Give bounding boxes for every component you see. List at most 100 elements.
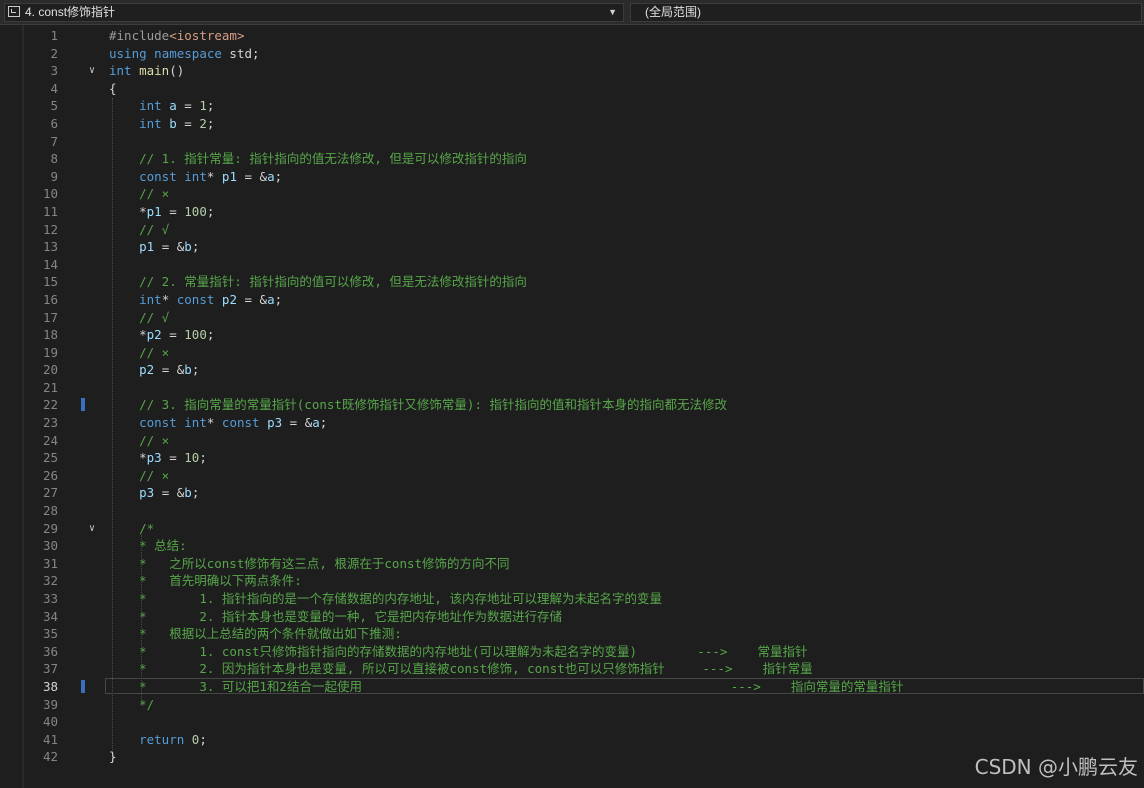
- code-line[interactable]: 32 * 首先明确以下两点条件:: [0, 572, 1144, 590]
- code-token: const: [221, 415, 260, 431]
- code-line[interactable]: 40: [0, 713, 1144, 731]
- code-text: *p2 = 100;: [109, 326, 214, 344]
- code-line[interactable]: 10 // ×: [0, 185, 1144, 203]
- code-token: * 1. const只修饰指针指向的存储数据的内存地址(可以理解为未起名字的变量…: [139, 643, 808, 659]
- code-line[interactable]: 30 * 总结:: [0, 537, 1144, 555]
- code-line[interactable]: 11 *p1 = 100;: [0, 203, 1144, 221]
- line-number: 14: [42, 256, 58, 272]
- fold-toggle-icon[interactable]: ∨: [89, 62, 95, 80]
- code-line[interactable]: 42}: [0, 748, 1144, 766]
- code-line[interactable]: 17 // √: [0, 309, 1144, 327]
- watermark: CSDN @小鹏云友: [974, 755, 1138, 779]
- code-text: * 首先明确以下两点条件:: [109, 572, 302, 590]
- code-line[interactable]: 33 * 1. 指针指向的是一个存储数据的内存地址, 该内存地址可以理解为未起名…: [0, 590, 1144, 608]
- fold-toggle-icon[interactable]: ∨: [89, 520, 95, 538]
- file-selector-label: 4. const修饰指针: [25, 5, 116, 19]
- code-line[interactable]: 5 int a = 1;: [0, 97, 1144, 115]
- line-number: 25: [42, 450, 58, 466]
- code-text: * 2. 指针本身也是变量的一种, 它是把内存地址作为数据进行存储: [109, 608, 562, 626]
- line-number: 22: [42, 397, 58, 413]
- code-token: int: [139, 115, 162, 131]
- scope-selector-dropdown[interactable]: (全局范围): [630, 3, 1142, 22]
- code-line[interactable]: 39 */: [0, 696, 1144, 714]
- code-text: {: [109, 80, 117, 98]
- code-token: // √: [139, 221, 170, 237]
- code-line[interactable]: 27 p3 = &b;: [0, 484, 1144, 502]
- code-line[interactable]: 28: [0, 502, 1144, 520]
- code-line[interactable]: 16 int* const p2 = &a;: [0, 291, 1144, 309]
- code-line[interactable]: 34 * 2. 指针本身也是变量的一种, 它是把内存地址作为数据进行存储: [0, 608, 1144, 626]
- code-line[interactable]: 2 using namespace std;: [0, 45, 1144, 63]
- code-token: *: [206, 415, 222, 431]
- code-text: using namespace std;: [109, 45, 260, 63]
- code-line[interactable]: 7: [0, 133, 1144, 151]
- code-line[interactable]: 8 // 1. 指针常量: 指针指向的值无法修改, 但是可以修改指针的指向: [0, 150, 1144, 168]
- code-token: 100: [184, 327, 207, 343]
- code-line[interactable]: 20 p2 = &b;: [0, 361, 1144, 379]
- chevron-down-icon[interactable]: ▼: [608, 4, 617, 21]
- code-line[interactable]: 29 ∨ /*: [0, 520, 1144, 538]
- code-token: const: [139, 415, 177, 431]
- code-line[interactable]: 23 const int* const p3 = &a;: [0, 414, 1144, 432]
- code-line[interactable]: 22 // 3. 指向常量的常量指针(const既修饰指针又修饰常量): 指针指…: [0, 396, 1144, 414]
- code-line[interactable]: 13 p1 = &b;: [0, 238, 1144, 256]
- code-line[interactable]: 31 * 之所以const修饰有这三点, 根源在于const修饰的方向不同: [0, 555, 1144, 573]
- code-line[interactable]: 26 // ×: [0, 467, 1144, 485]
- code-token: = &: [154, 485, 185, 501]
- code-token: // ×: [139, 432, 170, 448]
- code-line[interactable]: 19 // ×: [0, 344, 1144, 362]
- code-line[interactable]: 14: [0, 256, 1144, 274]
- code-text: // ×: [109, 344, 169, 362]
- code-line[interactable]: 12 // √: [0, 221, 1144, 239]
- code-token: // ×: [139, 467, 170, 483]
- code-line[interactable]: 37 * 2. 因为指针本身也是变量, 所以可以直接被const修饰, cons…: [0, 660, 1144, 678]
- code-line[interactable]: 38 * 3. 可以把1和2结合一起使用 ---> 指向常量的常量指针: [0, 677, 1144, 696]
- code-token: a: [312, 415, 320, 431]
- code-token: * 首先明确以下两点条件:: [139, 573, 302, 589]
- code-line[interactable]: 21: [0, 379, 1144, 397]
- code-token: #include: [109, 28, 170, 43]
- code-line[interactable]: 18 *p2 = 100;: [0, 326, 1144, 344]
- code-token: 1: [199, 98, 207, 114]
- code-line[interactable]: 35 * 根据以上总结的两个条件就做出如下推测:: [0, 625, 1144, 643]
- code-text: // √: [109, 309, 169, 327]
- code-line[interactable]: 4{: [0, 80, 1144, 98]
- code-token: * 总结:: [139, 538, 187, 554]
- code-text: // ×: [109, 432, 169, 450]
- line-number: 39: [42, 696, 58, 712]
- code-line[interactable]: 15 // 2. 常量指针: 指针指向的值可以修改, 但是无法修改指针的指向: [0, 273, 1144, 291]
- code-text: int b = 2;: [109, 115, 214, 133]
- scope-selector-label: (全局范围): [645, 5, 701, 19]
- code-line[interactable]: 24 // ×: [0, 432, 1144, 450]
- code-line[interactable]: 36 * 1. const只修饰指针指向的存储数据的内存地址(可以理解为未起名字…: [0, 643, 1144, 661]
- code-line[interactable]: 41 return 0;: [0, 731, 1144, 749]
- code-token: /*: [139, 520, 155, 536]
- code-token: p3: [146, 450, 162, 466]
- code-line[interactable]: 25 *p3 = 10;: [0, 449, 1144, 467]
- code-editor[interactable]: 1 #include<iostream> 2 using namespace std;…: [0, 27, 1144, 766]
- code-line[interactable]: 1 #include<iostream>: [0, 27, 1144, 45]
- code-line[interactable]: 6 int b = 2;: [0, 115, 1144, 133]
- code-token: * 3. 可以把1和2结合一起使用 ---> 指向常量的常量指针: [139, 678, 904, 694]
- file-selector-dropdown[interactable]: 4. const修饰指针 ▼: [4, 3, 624, 22]
- line-number: 19: [42, 344, 58, 360]
- code-token: int: [139, 291, 162, 307]
- code-line[interactable]: 3 ∨ int main(): [0, 62, 1144, 80]
- code-line[interactable]: 9 const int* p1 = &a;: [0, 168, 1144, 186]
- code-token: int: [184, 415, 207, 431]
- code-token: return: [139, 731, 185, 747]
- line-number: 13: [42, 239, 58, 255]
- line-number: 32: [42, 573, 58, 589]
- code-text: *p3 = 10;: [109, 449, 207, 467]
